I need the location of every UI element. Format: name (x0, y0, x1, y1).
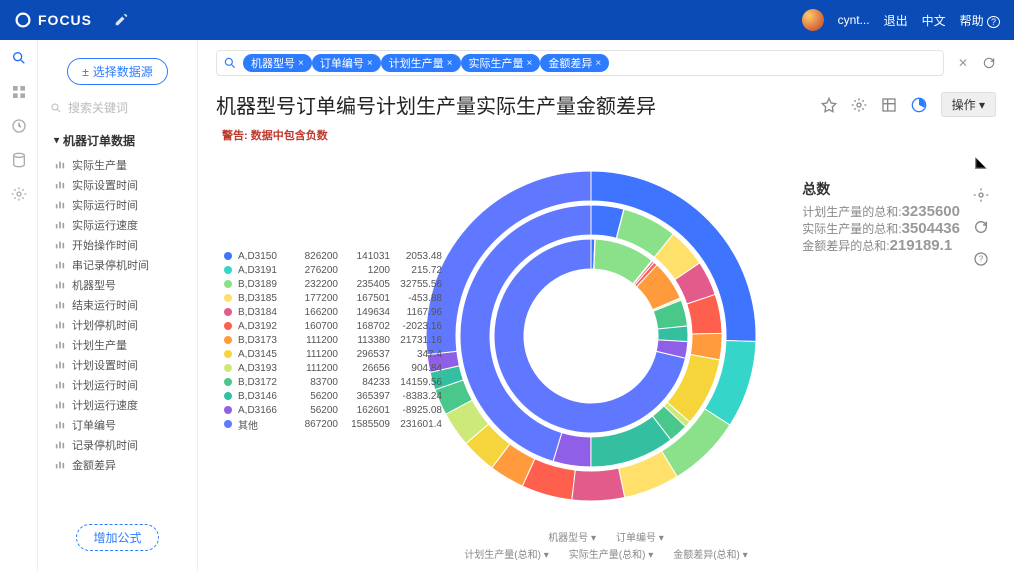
tree-item[interactable]: 结束运行时间 (54, 295, 197, 315)
summary-heading: 总数 (802, 179, 960, 199)
tree-item[interactable]: 计划生产量 (54, 335, 197, 355)
donut-chart (421, 166, 761, 506)
pin-icon[interactable] (821, 97, 837, 113)
legend-row[interactable]: B,D3172837008423314159.56 (224, 375, 442, 389)
tree-item[interactable]: 金额差异 (54, 455, 197, 475)
help-link[interactable]: 帮助 ? (960, 12, 1000, 29)
legend-row[interactable]: A,D316656200162601-8925.08 (224, 403, 442, 417)
legend-row[interactable]: A,D3192160700168702-2023.16 (224, 319, 442, 333)
lang-link[interactable]: 中文 (922, 12, 946, 29)
sidebar-search[interactable]: 搜索关键词 (38, 93, 197, 122)
legend-row[interactable]: A,D3145111200296537347.4 (224, 347, 442, 361)
legend-row[interactable]: B,D317311120011338021731.16 (224, 333, 442, 347)
legend-table: A,D31508262001410312053.48A,D31912762001… (224, 249, 442, 431)
warning-text: 警告: 数据中包含负数 (222, 127, 996, 143)
tree-item[interactable]: 实际运行速度 (54, 215, 197, 235)
chart-footer: 机器型号 ▾ 订单编号 ▾ 计划生产量(总和) ▾ 实际生产量(总和) ▾ 金额… (216, 527, 996, 567)
query-box[interactable]: 机器型号 ×订单编号 ×计划生产量 ×实际生产量 ×金额差异 × (216, 50, 944, 76)
edit-icon[interactable] (114, 13, 128, 27)
legend-row[interactable]: A,D31508262001410312053.48 (224, 249, 442, 263)
search-icon (223, 56, 237, 70)
summary-row: 计划生产量的总和:3235600 (802, 203, 960, 220)
legend-row[interactable]: 其他8672001585509231601.4 (224, 417, 442, 431)
legend-row[interactable]: B,D318923220023540532755.56 (224, 277, 442, 291)
clear-query-button[interactable]: ✕ (952, 56, 974, 70)
summary-row: 实际生产量的总和:3504436 (802, 220, 960, 237)
gear-icon[interactable] (973, 187, 989, 203)
logo-icon (14, 11, 32, 29)
tree-item[interactable]: 计划运行速度 (54, 395, 197, 415)
avatar[interactable] (802, 9, 824, 31)
tree-item[interactable]: 实际生产量 (54, 155, 197, 175)
tree-item[interactable]: 开始操作时间 (54, 235, 197, 255)
query-chip[interactable]: 金额差异 × (540, 54, 609, 72)
sidebar: ± 选择数据源 搜索关键词 机器订单数据 实际生产量实际设置时间实际运行时间实际… (38, 40, 198, 571)
query-chip[interactable]: 机器型号 × (243, 54, 312, 72)
settings-icon[interactable] (11, 186, 27, 202)
user-name[interactable]: cynt... (838, 13, 870, 27)
query-chip[interactable]: 订单编号 × (312, 54, 381, 72)
legend-row[interactable]: B,D31841662001496341167.96 (224, 305, 442, 319)
legend-row[interactable]: B,D3185177200167501-453.88 (224, 291, 442, 305)
legend-row[interactable]: A,D31912762001200215.72 (224, 263, 442, 277)
add-formula-button[interactable]: 增加公式 (76, 524, 158, 551)
database-icon[interactable] (11, 152, 27, 168)
topbar: FOCUS cynt... 退出 中文 帮助 ? (0, 0, 1014, 40)
help-icon[interactable]: ? (973, 251, 989, 267)
app-name: FOCUS (38, 12, 92, 28)
axis-icon[interactable] (973, 155, 989, 171)
logo: FOCUS (14, 11, 92, 29)
search-icon (50, 102, 62, 114)
refresh-icon[interactable] (982, 56, 996, 70)
tree-item[interactable]: 串记录停机时间 (54, 255, 197, 275)
logout-link[interactable]: 退出 (884, 12, 908, 29)
select-datasource-button[interactable]: ± 选择数据源 (67, 58, 168, 85)
reload-icon[interactable] (973, 219, 989, 235)
tree-item[interactable]: 实际设置时间 (54, 175, 197, 195)
tree-item[interactable]: 订单编号 (54, 415, 197, 435)
tree-item[interactable]: 记录停机时间 (54, 435, 197, 455)
tree-item[interactable]: 实际运行时间 (54, 195, 197, 215)
nav-rail (0, 40, 38, 571)
table-icon[interactable] (881, 97, 897, 113)
dashboard-icon[interactable] (11, 84, 27, 100)
tree-root[interactable]: 机器订单数据 (54, 132, 197, 149)
tree-item[interactable]: 计划停机时间 (54, 315, 197, 335)
tree-item[interactable]: 机器型号 (54, 275, 197, 295)
svg-text:?: ? (979, 255, 984, 264)
tree-item[interactable]: 计划运行时间 (54, 375, 197, 395)
tree-item[interactable]: 计划设置时间 (54, 355, 197, 375)
legend-row[interactable]: B,D314656200365397-8383.24 (224, 389, 442, 403)
legend-row[interactable]: A,D319311120026656904.84 (224, 361, 442, 375)
query-chip[interactable]: 实际生产量 × (461, 54, 541, 72)
clock-icon[interactable] (11, 118, 27, 134)
search-icon[interactable] (11, 50, 27, 66)
main: 机器型号 ×订单编号 ×计划生产量 ×实际生产量 ×金额差异 × ✕ 机器型号订… (198, 40, 1014, 571)
pie-chart-icon[interactable] (911, 97, 927, 113)
summary-row: 金额差异的总和:219189.1 (802, 237, 960, 254)
operations-button[interactable]: 操作 ▾ (941, 92, 996, 117)
page-title: 机器型号订单编号计划生产量实际生产量金额差异 (216, 90, 656, 119)
gear-icon[interactable] (851, 97, 867, 113)
summary-panel: 总数 计划生产量的总和:3235600实际生产量的总和:3504436金额差异的… (802, 179, 960, 254)
chart-toolbar: ? (966, 145, 996, 527)
query-chip[interactable]: 计划生产量 × (381, 54, 461, 72)
